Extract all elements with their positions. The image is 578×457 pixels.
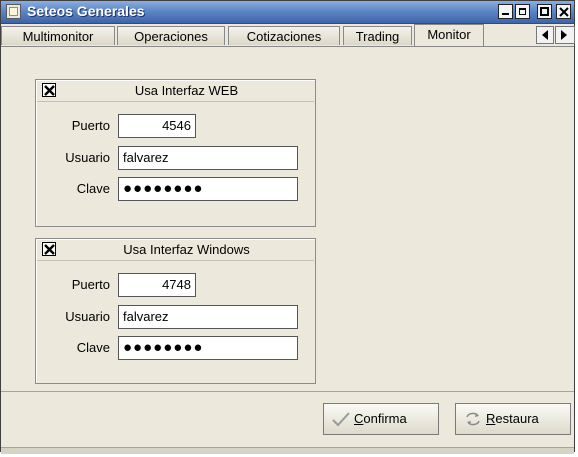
title-bar[interactable]: Seteos Generales: [1, 1, 574, 24]
tab-cotizaciones[interactable]: Cotizaciones: [228, 26, 340, 45]
restore-button[interactable]: [515, 4, 530, 19]
web-clave-label: Clave: [76, 181, 110, 196]
horizontal-scrollbar[interactable]: [1, 447, 574, 454]
minimize-button[interactable]: [498, 4, 513, 19]
close-button[interactable]: [556, 4, 571, 19]
web-puerto-field[interactable]: 4546: [118, 114, 196, 138]
windows-puerto-field[interactable]: 4748: [118, 273, 196, 297]
settings-window: Seteos Generales Multimonitor Operacione…: [0, 0, 576, 454]
tab-trading[interactable]: Trading: [343, 26, 412, 45]
tab-monitor[interactable]: Monitor: [414, 24, 484, 46]
checkbox-x-icon: [44, 85, 55, 96]
tab-operaciones[interactable]: Operaciones: [117, 26, 225, 45]
restaura-label: Restaura: [486, 411, 539, 426]
windows-usuario-label: Usuario: [65, 309, 110, 324]
windows-clave-label: Clave: [76, 340, 110, 355]
monitor-panel: Usa Interfaz WEB Puerto 4546 Usuario fal…: [1, 47, 574, 391]
window-title: Seteos Generales: [27, 3, 145, 19]
windows-group-header: Usa Interfaz Windows: [37, 240, 314, 261]
windows-group-title: Usa Interfaz Windows: [123, 242, 250, 257]
web-usuario-label: Usuario: [65, 150, 110, 165]
tab-scroll-arrows: [536, 26, 576, 44]
app-icon: [6, 4, 21, 19]
windows-clave-field[interactable]: ●●●●●●●●: [118, 336, 298, 360]
scroll-right-icon: [561, 30, 567, 40]
refresh-icon: [466, 412, 480, 426]
windows-interface-checkbox[interactable]: [42, 242, 56, 256]
tab-bar: Multimonitor Operaciones Cotizaciones Tr…: [1, 24, 576, 47]
checkmark-icon: [332, 412, 350, 427]
confirma-button[interactable]: Confirma: [323, 403, 439, 435]
scroll-left-button[interactable]: [536, 26, 554, 44]
web-group-header: Usa Interfaz WEB: [37, 81, 314, 102]
windows-interface-group: Usa Interfaz Windows Puerto 4748 Usuario…: [35, 238, 316, 384]
tab-multimonitor[interactable]: Multimonitor: [1, 26, 115, 45]
close-icon: [559, 7, 569, 17]
restaura-button[interactable]: Restaura: [455, 403, 571, 435]
confirma-label: Confirma: [354, 411, 407, 426]
web-interface-checkbox[interactable]: [42, 83, 56, 97]
web-puerto-label: Puerto: [71, 118, 110, 133]
web-interface-group: Usa Interfaz WEB Puerto 4546 Usuario fal…: [35, 79, 316, 227]
button-bar: Confirma Restaura: [1, 391, 574, 452]
scroll-right-button[interactable]: [555, 26, 575, 44]
windows-usuario-field[interactable]: falvarez: [118, 305, 298, 329]
web-group-title: Usa Interfaz WEB: [134, 83, 239, 98]
web-clave-field[interactable]: ●●●●●●●●: [118, 177, 298, 201]
web-usuario-field[interactable]: falvarez: [118, 146, 298, 170]
maximize-button[interactable]: [537, 4, 552, 19]
checkbox-x-icon: [44, 244, 55, 255]
scroll-left-icon: [542, 30, 548, 40]
windows-puerto-label: Puerto: [71, 277, 110, 292]
